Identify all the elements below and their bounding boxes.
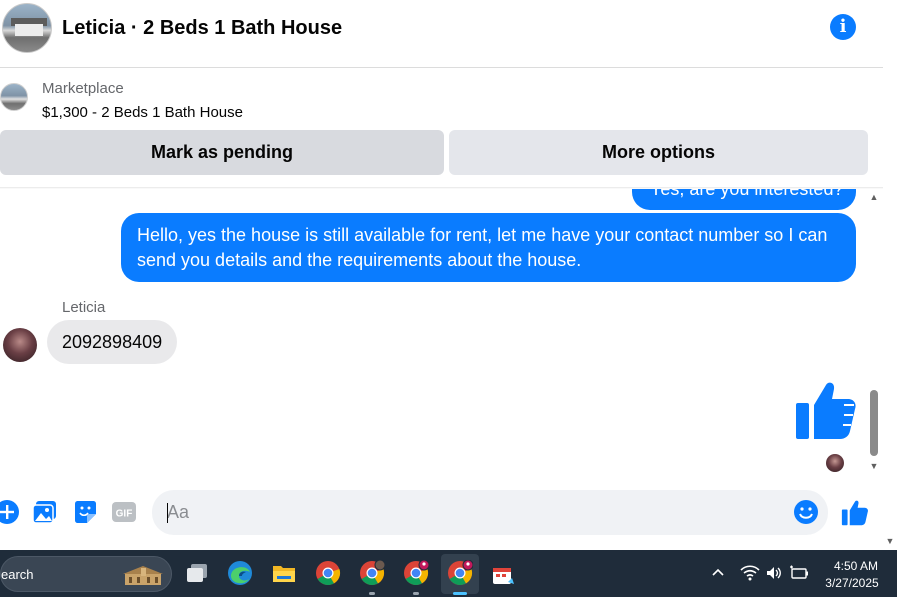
scroll-up-arrow-icon[interactable]: ▲ (868, 192, 880, 202)
taskbar-search-box[interactable]: earch (0, 556, 172, 592)
volume-icon[interactable] (765, 564, 783, 582)
mark-as-pending-button[interactable]: Mark as pending (0, 130, 444, 175)
chat-title[interactable]: Leticia · 2 Beds 1 Bath House (62, 17, 342, 40)
taskbar-running-indicator (413, 592, 419, 595)
file-explorer-icon[interactable] (271, 560, 297, 586)
chrome-profile-icon[interactable] (447, 560, 473, 586)
scrollbar-thumb[interactable] (870, 390, 878, 456)
battery-icon[interactable] (789, 564, 809, 582)
task-view-icon[interactable] (184, 560, 210, 586)
show-hidden-icons-chevron-icon[interactable] (710, 564, 726, 580)
message-text: Yes, are you interested? (650, 189, 844, 199)
listing-title[interactable]: $1,300 - 2 Beds 1 Bath House (42, 104, 243, 121)
sender-avatar[interactable] (3, 328, 37, 362)
page-scroll-down-arrow-icon[interactable]: ▼ (884, 536, 896, 546)
message-composer: GIF (0, 485, 883, 541)
svg-text:GIF: GIF (116, 509, 133, 520)
add-plus-icon[interactable] (0, 499, 20, 525)
chrome-profile-icon[interactable] (403, 560, 429, 586)
photo-gallery-icon[interactable] (32, 499, 58, 525)
text-caret (167, 503, 168, 523)
seen-receipt-avatar (826, 454, 844, 472)
chrome-profile-icon[interactable] (359, 560, 385, 586)
scroll-down-arrow-icon[interactable]: ▼ (868, 461, 880, 471)
listing-thumbnail[interactable] (0, 83, 28, 111)
taskbar-search-label: earch (1, 567, 34, 582)
thumbs-up-icon[interactable] (794, 379, 858, 443)
emoji-icon[interactable] (793, 499, 819, 525)
info-icon[interactable]: i (830, 14, 856, 40)
edge-browser-icon[interactable] (227, 560, 253, 586)
app-store-icon[interactable] (490, 560, 516, 586)
taskbar-active-indicator (453, 592, 467, 595)
gif-icon[interactable]: GIF (111, 499, 137, 525)
house-wall-shape (15, 24, 43, 36)
more-options-button[interactable]: More options (449, 130, 868, 175)
sticker-icon[interactable] (72, 499, 98, 525)
sender-name: Leticia (62, 299, 106, 316)
chat-header: Leticia · 2 Beds 1 Bath House i (0, 0, 883, 68)
messenger-chat-window: Leticia · 2 Beds 1 Bath House i Marketpl… (0, 0, 883, 550)
incoming-message-bubble[interactable]: 2092898409 (47, 320, 178, 364)
outgoing-message-bubble[interactable]: Hello, yes the house is still available … (121, 213, 856, 282)
chrome-icon[interactable] (315, 560, 341, 586)
message-input[interactable] (152, 490, 828, 535)
taskbar-clock-date[interactable]: 3/27/2025 (818, 576, 886, 590)
wifi-icon[interactable] (740, 564, 760, 582)
message-list[interactable]: Yes, are you interested? Hello, yes the … (0, 189, 868, 479)
listing-avatar[interactable] (2, 3, 52, 53)
outgoing-message-bubble[interactable]: Yes, are you interested? (632, 189, 856, 210)
listing-source-label: Marketplace (42, 80, 124, 97)
search-highlight-image-icon (123, 566, 163, 585)
taskbar-clock-time[interactable]: 4:50 AM (826, 559, 886, 573)
windows-taskbar: earch (0, 550, 897, 597)
thumbs-up-send-icon[interactable] (841, 499, 869, 527)
taskbar-running-indicator (369, 592, 375, 595)
